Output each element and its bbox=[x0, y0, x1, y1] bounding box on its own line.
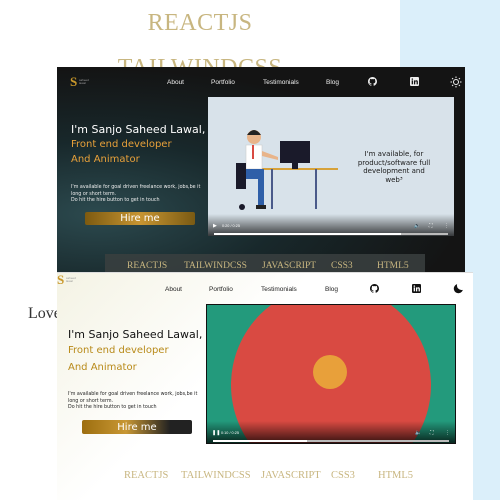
light-theme-screenshot: S saheed lawal About Portfolio Testimoni… bbox=[57, 272, 473, 500]
fullscreen-icon[interactable]: ⛶ bbox=[429, 223, 433, 229]
hero-name: I'm Sanjo Saheed Lawal, bbox=[68, 328, 203, 341]
nav-portfolio[interactable]: Portfolio bbox=[209, 286, 233, 293]
more-options-icon[interactable]: ⋮ bbox=[444, 223, 449, 229]
hire-me-button[interactable]: Hire me bbox=[85, 212, 195, 225]
video-seek-progress bbox=[214, 233, 402, 235]
nav-portfolio[interactable]: Portfolio bbox=[211, 79, 235, 86]
hero-role-line1: Front end developer bbox=[71, 139, 172, 150]
fullscreen-icon[interactable]: ⛶ bbox=[430, 430, 434, 436]
video-seek-progress bbox=[213, 440, 308, 442]
nav-about[interactable]: About bbox=[167, 79, 184, 86]
sun-icon[interactable] bbox=[450, 76, 462, 88]
background-love-text: Love bbox=[28, 305, 61, 322]
hero-role-line2: And Animator bbox=[68, 362, 137, 373]
volume-icon[interactable]: 🔈 bbox=[414, 223, 420, 229]
logo-letter: S bbox=[70, 74, 78, 89]
github-icon[interactable] bbox=[370, 284, 379, 293]
pause-icon[interactable]: ❚❚ bbox=[212, 430, 220, 436]
moon-icon[interactable] bbox=[452, 282, 465, 295]
nav-testimonials[interactable]: Testimonials bbox=[263, 79, 299, 86]
hire-me-button[interactable]: Hire me bbox=[82, 420, 192, 434]
hero-description: I'm available for goal driven freelance … bbox=[68, 392, 198, 410]
nav-testimonials[interactable]: Testimonials bbox=[261, 286, 297, 293]
hero-role-line2: And Animator bbox=[71, 154, 140, 165]
play-icon[interactable]: ▶ bbox=[213, 223, 217, 229]
volume-icon[interactable]: 🔈 bbox=[415, 430, 421, 436]
skill-javascript: JAVASCRIPT bbox=[261, 470, 321, 481]
developer-illustration bbox=[236, 130, 338, 210]
linkedin-icon[interactable] bbox=[412, 284, 421, 293]
site-logo[interactable]: S saheed lawal bbox=[70, 75, 96, 91]
skill-reactjs: REACTJS bbox=[127, 261, 168, 271]
nav-blog[interactable]: Blog bbox=[325, 286, 338, 293]
video-orange-circle bbox=[313, 355, 347, 389]
nav-blog[interactable]: Blog bbox=[326, 79, 339, 86]
skill-reactjs: REACTJS bbox=[124, 470, 169, 481]
skill-tailwindcss: TAILWINDCSS bbox=[184, 261, 247, 271]
intro-video-player[interactable]: ❚❚ 0:10 / 0:25 🔈 ⛶ ⋮ bbox=[206, 304, 456, 444]
logo-tagline: saheed lawal bbox=[79, 78, 89, 85]
linkedin-icon[interactable] bbox=[410, 77, 419, 86]
video-time: 0:10 / 0:25 bbox=[221, 431, 239, 435]
background-title-reactjs: REACTJS bbox=[147, 10, 253, 36]
video-caption: I'm available, for product/software full… bbox=[357, 150, 431, 184]
more-options-icon[interactable]: ⋮ bbox=[445, 430, 450, 436]
video-controls: ❚❚ 0:10 / 0:25 🔈 ⛶ ⋮ bbox=[207, 421, 455, 443]
video-controls: ▶ 0:20 / 0:25 🔈 ⛶ ⋮ bbox=[208, 214, 454, 236]
skill-css3: CSS3 bbox=[331, 470, 355, 481]
skill-html5: HTML5 bbox=[377, 261, 409, 271]
skill-html5: HTML5 bbox=[378, 470, 413, 481]
github-icon[interactable] bbox=[368, 77, 377, 86]
logo-letter: S bbox=[57, 272, 65, 287]
dark-theme-screenshot: S saheed lawal About Portfolio Testimoni… bbox=[57, 67, 465, 277]
skill-javascript: JAVASCRIPT bbox=[262, 261, 317, 271]
hero-name: I'm Sanjo Saheed Lawal, bbox=[71, 123, 206, 136]
video-time: 0:20 / 0:25 bbox=[222, 224, 240, 228]
logo-tagline: saheed lawal bbox=[66, 276, 76, 283]
hero-description: I'm available for goal driven freelance … bbox=[71, 185, 201, 203]
hero-role-line1: Front end developer bbox=[68, 345, 169, 356]
skill-css3: CSS3 bbox=[331, 261, 353, 271]
skill-tailwindcss: TAILWINDCSS bbox=[181, 470, 251, 481]
intro-video-player[interactable]: I'm available, for product/software full… bbox=[208, 97, 454, 236]
nav-about[interactable]: About bbox=[165, 286, 182, 293]
